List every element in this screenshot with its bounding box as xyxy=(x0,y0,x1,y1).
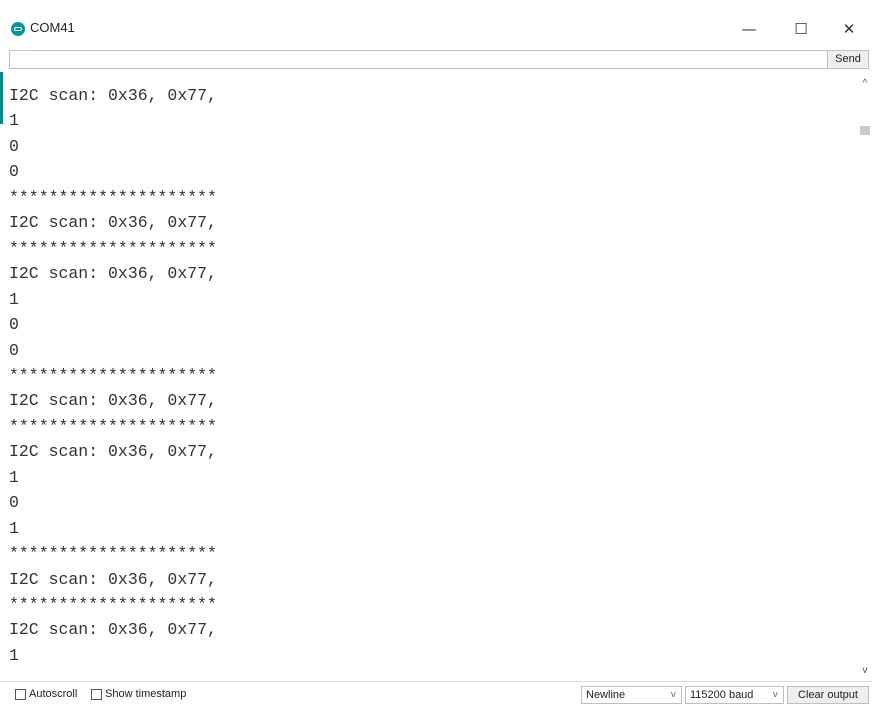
output-line: I2C scan: 0x36, 0x77, xyxy=(9,264,217,284)
output-line: ********************* xyxy=(9,544,217,564)
scroll-up-icon[interactable]: ^ xyxy=(858,76,872,92)
line-ending-value: Newline xyxy=(586,689,626,701)
output-line: 1 xyxy=(9,111,19,131)
title-bar: COM41 — ☐ ✕ xyxy=(0,12,872,46)
send-button[interactable]: Send xyxy=(827,50,869,69)
maximize-button[interactable]: ☐ xyxy=(778,12,824,46)
serial-monitor-window: COM41 — ☐ ✕ Send I2C scan: 0x36, 0x77, 1 0… xyxy=(0,0,872,706)
arduino-icon xyxy=(11,22,25,36)
autoscroll-checkbox[interactable] xyxy=(15,689,26,700)
baud-rate-select[interactable]: 115200 baud v xyxy=(685,686,784,704)
output-line: 1 xyxy=(9,289,19,309)
scroll-down-icon[interactable]: v xyxy=(858,663,872,679)
scroll-thumb[interactable] xyxy=(860,126,870,135)
output-line: 0 xyxy=(9,493,19,513)
minimize-button[interactable]: — xyxy=(726,12,772,46)
vertical-scrollbar[interactable]: ^ v xyxy=(858,76,872,681)
output-line: I2C scan: 0x36, 0x77, xyxy=(9,620,217,640)
output-line: 0 xyxy=(9,315,19,335)
output-line: ********************* xyxy=(9,238,217,258)
output-line: ********************* xyxy=(9,416,217,436)
serial-input[interactable] xyxy=(9,50,844,69)
window-title: COM41 xyxy=(30,20,75,35)
output-line: 0 xyxy=(9,340,19,360)
output-line: 1 xyxy=(9,467,19,487)
output-line: 0 xyxy=(9,136,19,156)
output-line: 1 xyxy=(9,518,19,538)
clear-output-button[interactable]: Clear output xyxy=(787,686,869,704)
autoscroll-label[interactable]: Autoscroll xyxy=(29,688,77,700)
send-row: Send xyxy=(0,48,872,72)
output-line: 1 xyxy=(9,645,19,665)
timestamp-label[interactable]: Show timestamp xyxy=(105,688,186,700)
output-line: ********************* xyxy=(9,187,217,207)
output-line: I2C scan: 0x36, 0x77, xyxy=(9,569,217,589)
output-line: ********************* xyxy=(9,595,217,614)
baud-rate-value: 115200 baud xyxy=(690,689,754,701)
close-button[interactable]: ✕ xyxy=(826,12,872,46)
output-line: I2C scan: 0x36, 0x77, xyxy=(9,391,217,411)
output-line: I2C scan: 0x36, 0x77, xyxy=(9,86,217,105)
timestamp-checkbox[interactable] xyxy=(91,689,102,700)
status-bar: Autoscroll Show timestamp Newline v 1152… xyxy=(0,681,872,706)
serial-output[interactable]: I2C scan: 0x36, 0x77, 1 0 0 ****************… xyxy=(9,76,858,680)
output-line: I2C scan: 0x36, 0x77, xyxy=(9,442,217,462)
left-accent-bar xyxy=(0,72,3,124)
output-line: 0 xyxy=(9,162,19,182)
chevron-down-icon: v xyxy=(772,690,778,700)
output-line: I2C scan: 0x36, 0x77, xyxy=(9,213,217,233)
chevron-down-icon: v xyxy=(670,690,676,700)
output-line: ********************* xyxy=(9,365,217,385)
line-ending-select[interactable]: Newline v xyxy=(581,686,682,704)
